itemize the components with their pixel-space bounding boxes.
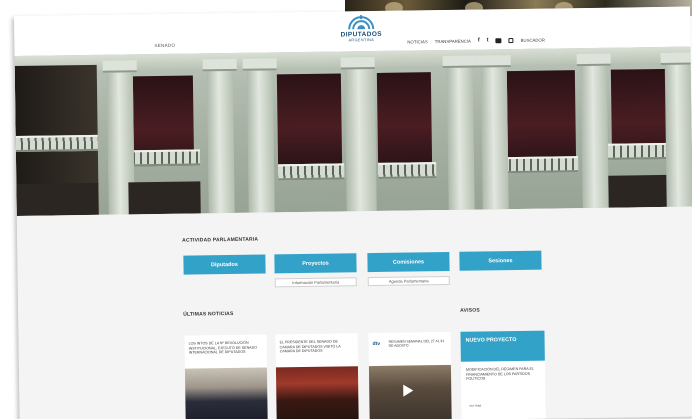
- logo-subtitle: ARGENTINA: [348, 37, 375, 43]
- hero-lower-door: [128, 181, 201, 215]
- hero-column: [476, 55, 511, 216]
- diputados-button[interactable]: Diputados: [183, 254, 266, 275]
- hero-curtain: [276, 73, 343, 165]
- noticias-title: ÚLTIMAS NOTICIAS: [183, 310, 234, 318]
- hero-column: [660, 52, 692, 213]
- hero-dark-area: [14, 64, 99, 186]
- hero-balcony: [15, 134, 98, 152]
- search-link[interactable]: BUSCADOR: [521, 37, 545, 42]
- aviso-card[interactable]: NUEVO PROYECTO MODIFICACIÓN DEL RÉGIMEN …: [460, 330, 546, 419]
- instagram-icon[interactable]: [508, 37, 514, 43]
- ver-mas-link[interactable]: ver más: [469, 404, 481, 408]
- agenda-parlamentaria-link[interactable]: Agenda Parlamentaria: [367, 275, 450, 287]
- news-card[interactable]: dtv RESUMEN SEMANAL DEL 27 AL 31 DE AGOS…: [368, 331, 452, 419]
- hero-column: [442, 55, 477, 216]
- hero-lower-door: [608, 174, 667, 208]
- main-content: ACTIVIDAD PARLAMENTARIA Diputados Proyec…: [16, 206, 692, 419]
- hero-column: [242, 58, 277, 216]
- dome-logo-icon: [348, 15, 375, 30]
- news-card-image: [275, 366, 359, 419]
- news-card-text: LOS INTOS DE LA Nº REVOLUCIÓN INSTITUCIO…: [188, 340, 257, 355]
- news-card-video[interactable]: [368, 364, 452, 419]
- twitter-icon[interactable]: t: [487, 37, 489, 43]
- hero-balcony: [504, 156, 579, 174]
- nav-transparencia[interactable]: TRANSPARENCIA: [435, 38, 471, 44]
- hero-lower-door: [16, 182, 99, 216]
- hero-image: [14, 46, 692, 216]
- hero-column: [340, 56, 377, 216]
- news-card-text: RESUMEN SEMANAL DEL 27 AL 31 DE AGOSTO: [388, 339, 445, 349]
- news-card-image: [184, 367, 268, 419]
- avisos-title: AVISOS: [460, 307, 480, 314]
- hero-balcony: [378, 162, 437, 179]
- news-card[interactable]: LOS INTOS DE LA Nº REVOLUCIÓN INSTITUCIO…: [184, 334, 268, 419]
- aviso-heading: NUEVO PROYECTO: [460, 330, 545, 362]
- screenshot-stage: SENADO DIPUTADOS ARGENTINA NOTICIAS TRAN…: [0, 0, 692, 419]
- hero-curtain: [506, 70, 577, 162]
- hero-curtain: [376, 72, 433, 163]
- hero-column: [202, 58, 237, 216]
- header-nav: NOTICIAS TRANSPARENCIA f t BUSCADOR: [407, 37, 545, 45]
- proyectos-button[interactable]: Proyectos: [274, 253, 357, 274]
- play-icon[interactable]: [403, 384, 414, 397]
- site-logo[interactable]: DIPUTADOS ARGENTINA: [336, 14, 386, 49]
- sesiones-button[interactable]: Sesiones: [459, 250, 542, 271]
- youtube-icon[interactable]: [495, 37, 502, 43]
- hero-column: [576, 53, 611, 215]
- nav-noticias[interactable]: NOTICIAS: [407, 39, 427, 44]
- facebook-icon[interactable]: f: [478, 37, 480, 43]
- actividad-title: ACTIVIDAD PARLAMENTARIA: [182, 236, 259, 244]
- senado-link[interactable]: SENADO: [154, 43, 175, 48]
- news-card[interactable]: EL PRESIDENTE DEL SENADO DE CAMARA DE DI…: [275, 333, 359, 419]
- hero-balcony: [127, 149, 201, 167]
- news-card-text: EL PRESIDENTE DEL SENADO DE CAMARA DE DI…: [279, 339, 341, 354]
- informacion-parlamentaria-link[interactable]: Información Parlamentaria: [274, 277, 357, 288]
- hero-balcony: [278, 163, 345, 181]
- comisiones-button[interactable]: Comisiones: [367, 251, 450, 273]
- dtv-logo: dtv: [372, 340, 381, 348]
- website-page: SENADO DIPUTADOS ARGENTINA NOTICIAS TRAN…: [14, 6, 692, 419]
- aviso-text: MODIFICACIÓN DEL RÉGIMEN PARA EL FINANCI…: [465, 366, 534, 381]
